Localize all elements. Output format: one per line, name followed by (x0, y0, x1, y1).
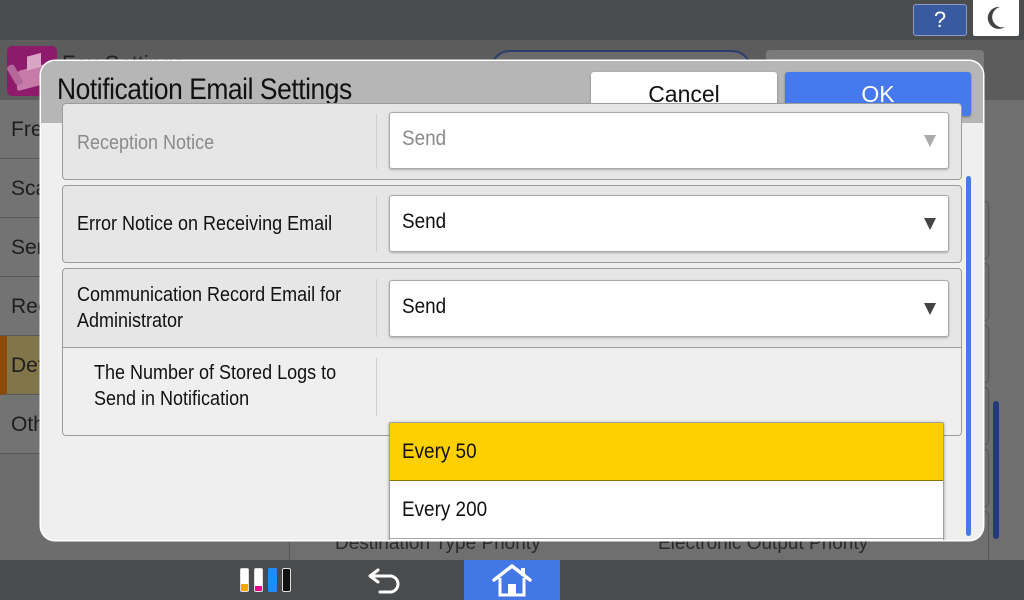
select-value: Send (402, 295, 447, 318)
question-mark-icon: ? (933, 7, 947, 32)
setting-label: Error Notice on Receiving Email (77, 213, 333, 235)
dropdown-option-every-200[interactable]: Every 200 (390, 481, 943, 539)
dialog-scrollbar[interactable] (966, 176, 971, 536)
setting-row-error-notice[interactable]: Error Notice on Receiving Email Send (62, 185, 962, 263)
setting-row-communication-record[interactable]: Communication Record Email for Administr… (62, 268, 962, 348)
setting-label-line: Administrator (77, 310, 184, 332)
ink-level (241, 584, 248, 591)
back-arrow-icon (368, 568, 400, 594)
ink-yellow (240, 568, 249, 592)
reception-notice-select[interactable]: Send (389, 112, 949, 169)
setting-label: The Number of Stored Logs to Send in Not… (94, 360, 336, 412)
ink-level (269, 569, 276, 591)
notification-email-settings-dialog: Notification Email Settings Cancel OK Re… (41, 61, 983, 540)
setting-label: Communication Record Email for Administr… (77, 282, 341, 334)
moon-icon (987, 6, 1005, 29)
setting-row-reception-notice[interactable]: Reception Notice Send (62, 103, 962, 180)
ink-magenta (254, 568, 263, 592)
dropdown-option-every-1000[interactable]: Every 1000 (390, 539, 943, 540)
dropdown-arrow-icon (924, 303, 936, 315)
ink-black (282, 568, 291, 592)
status-bar: ? (0, 0, 1024, 41)
background-tiles (983, 201, 989, 569)
setting-label-line: Send in Notification (94, 388, 250, 410)
row-divider (376, 358, 377, 416)
toner-level-icon[interactable] (240, 568, 294, 593)
select-value: Send (402, 127, 447, 150)
select-value: Send (402, 210, 447, 233)
setting-label: Reception Notice (77, 132, 215, 154)
row-divider (376, 196, 377, 252)
option-label: Every 200 (402, 498, 488, 521)
ink-cyan (268, 568, 277, 592)
ink-level (255, 585, 262, 591)
dropdown-arrow-icon (924, 218, 936, 230)
dropdown-option-every-50[interactable]: Every 50 (390, 423, 943, 481)
background-scrollbar (993, 401, 999, 539)
option-label: Every 1000 (402, 539, 498, 540)
error-notice-select[interactable]: Send (389, 195, 949, 252)
bottom-bar (0, 560, 1024, 600)
setting-label-line: Communication Record Email for (77, 284, 342, 306)
dropdown-arrow-icon (924, 135, 936, 147)
setting-label-line: The Number of Stored Logs to (94, 362, 337, 384)
stored-logs-dropdown[interactable]: Every 50 Every 200 Every 1000 (389, 422, 944, 540)
dialog-body: Reception Notice Send Error Notice on Re… (41, 103, 983, 540)
back-button[interactable] (364, 564, 406, 596)
row-divider (376, 114, 377, 169)
home-button[interactable] (464, 560, 560, 600)
home-icon (492, 564, 532, 597)
ink-level (283, 569, 290, 591)
dialog-title: Notification Email Settings (57, 73, 352, 106)
row-divider (376, 279, 377, 337)
energy-saver-button[interactable] (973, 0, 1019, 36)
option-label: Every 50 (402, 440, 477, 463)
help-button[interactable]: ? (913, 4, 967, 36)
communication-record-select[interactable]: Send (389, 280, 949, 337)
